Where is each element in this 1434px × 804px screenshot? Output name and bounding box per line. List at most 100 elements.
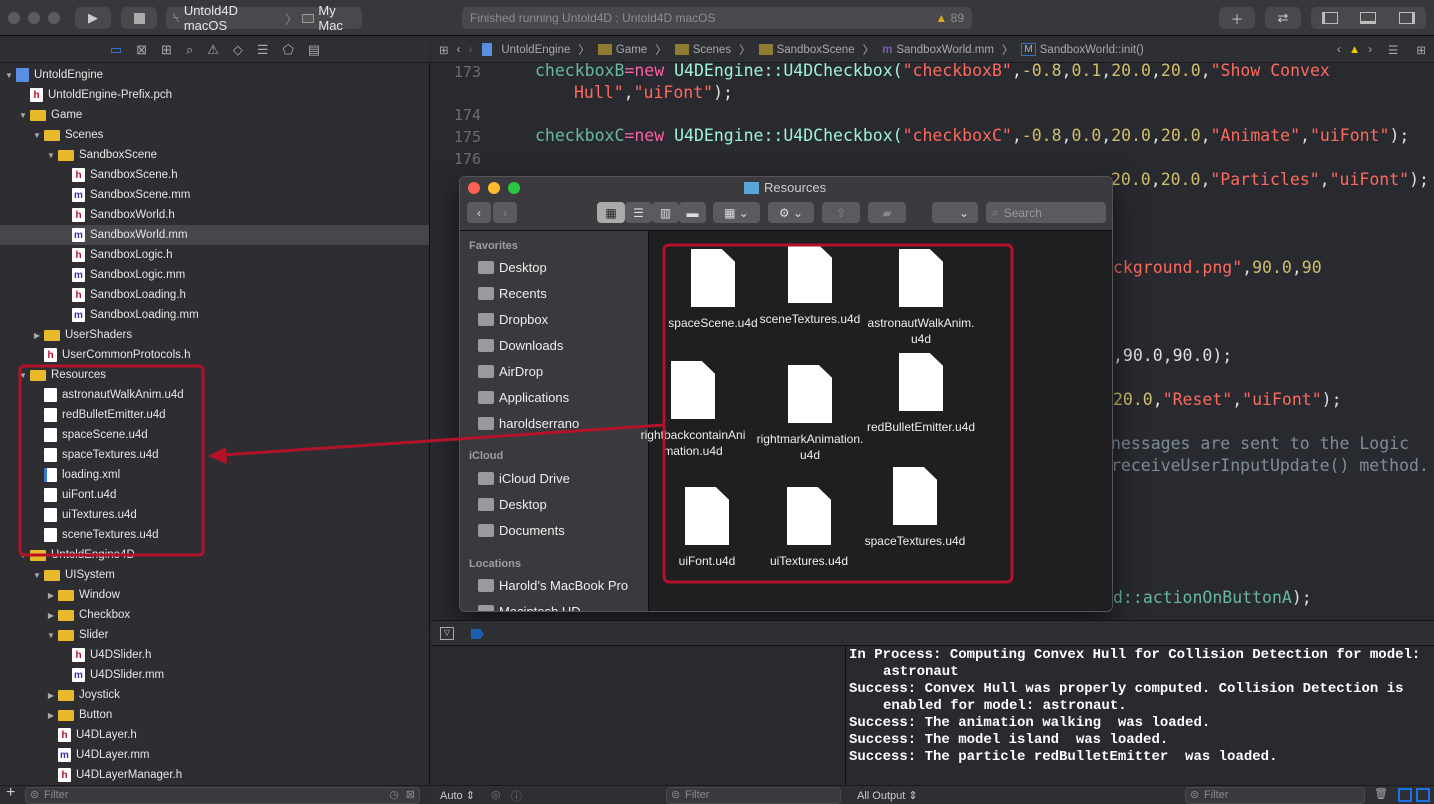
- next-issue-icon[interactable]: ›: [1368, 44, 1372, 56]
- navigator-item[interactable]: m U4DSlider.mm: [0, 665, 429, 685]
- close-window-button[interactable]: [8, 12, 20, 24]
- variables-scope-select[interactable]: Auto ⇕: [440, 789, 475, 802]
- breadcrumb-project[interactable]: UntoldEngine: [480, 43, 570, 56]
- disclosure-closed-icon[interactable]: ▶: [46, 611, 56, 620]
- finder-sidebar-item[interactable]: Recents: [478, 286, 547, 301]
- navigator-item[interactable]: sceneTextures.u4d: [0, 525, 429, 545]
- code-review-button[interactable]: ⇄: [1265, 7, 1301, 29]
- navigator-item[interactable]: loading.xml: [0, 465, 429, 485]
- navigator-item[interactable]: ▶ Window: [0, 585, 429, 605]
- run-button[interactable]: ▶: [75, 7, 111, 29]
- navigator-item[interactable]: ▼ UISystem: [0, 565, 429, 585]
- navigator-item[interactable]: h U4DSlider.h: [0, 645, 429, 665]
- navigator-item[interactable]: ▼ UntoldEngine: [0, 65, 429, 85]
- finder-back-button[interactable]: ‹: [467, 202, 491, 223]
- disclosure-open-icon[interactable]: ▼: [4, 71, 14, 80]
- group-by-button[interactable]: ▦ ⌄: [713, 202, 760, 223]
- library-button[interactable]: ＋: [1219, 7, 1255, 29]
- disclosure-closed-icon[interactable]: ▶: [46, 711, 56, 720]
- add-editor-icon[interactable]: ⊞: [1416, 43, 1426, 57]
- toggle-inspector-icon[interactable]: [1398, 12, 1415, 24]
- navigator-item[interactable]: ▶ UserShaders: [0, 325, 429, 345]
- source-control-icon[interactable]: ⊠: [136, 42, 147, 58]
- finder-sidebar-item[interactable]: Applications: [478, 390, 569, 405]
- navigator-item[interactable]: m SandboxLogic.mm: [0, 265, 429, 285]
- finder-forward-button[interactable]: ›: [493, 202, 517, 223]
- navigator-filter-input[interactable]: ⊜ Filter ◷ ⊠: [25, 787, 420, 804]
- navigator-item[interactable]: uiTextures.u4d: [0, 505, 429, 525]
- disclosure-open-icon[interactable]: ▼: [18, 111, 28, 120]
- finder-file[interactable]: uiFont.u4d: [652, 487, 762, 569]
- navigator-item[interactable]: ▼ Slider: [0, 625, 429, 645]
- show-variables-icon[interactable]: [1398, 788, 1412, 802]
- finder-file[interactable]: spaceTextures.u4d: [860, 467, 970, 549]
- editor-options-icon[interactable]: ☰: [1388, 43, 1398, 57]
- breadcrumb-file[interactable]: m SandboxWorld.mm: [882, 44, 994, 56]
- report-navigator-icon[interactable]: ▤: [308, 42, 320, 58]
- disclosure-open-icon[interactable]: ▼: [32, 571, 42, 580]
- breadcrumb-game[interactable]: Game: [597, 44, 647, 56]
- navigator-item[interactable]: ▶ Button: [0, 705, 429, 725]
- finder-file[interactable]: uiTextures.u4d: [754, 487, 864, 569]
- finder-sidebar-item[interactable]: haroldserrano: [478, 416, 579, 431]
- finder-sidebar-item[interactable]: Macintosh HD: [478, 604, 581, 611]
- gallery-view-button[interactable]: ▬: [679, 202, 706, 223]
- disclosure-open-icon[interactable]: ▼: [32, 131, 42, 140]
- path-dropdown[interactable]: ⌄: [932, 202, 978, 223]
- variables-filter-input[interactable]: ⊜ Filter: [666, 787, 841, 804]
- navigator-item[interactable]: spaceTextures.u4d: [0, 445, 429, 465]
- toggle-navigator-icon[interactable]: [1322, 12, 1339, 24]
- breakpoints-toggle-icon[interactable]: [471, 629, 484, 639]
- zoom-window-button[interactable]: [48, 12, 60, 24]
- trash-icon[interactable]: 🗑: [1374, 787, 1388, 800]
- scheme-selector[interactable]: ⍀ Untold4D macOS 〉 My Mac: [166, 3, 362, 33]
- debug-navigator-icon[interactable]: ☰: [257, 42, 269, 58]
- toggle-debug-area-icon[interactable]: [1360, 12, 1377, 24]
- warning-count[interactable]: 89: [951, 11, 964, 25]
- navigator-item[interactable]: ▼ Game: [0, 105, 429, 125]
- finder-sidebar-item[interactable]: Dropbox: [478, 312, 548, 327]
- console-filter-input[interactable]: ⊜ Filter: [1185, 787, 1365, 804]
- eye-icon[interactable]: ◎: [491, 788, 501, 801]
- navigator-item[interactable]: h SandboxLogic.h: [0, 245, 429, 265]
- share-button[interactable]: ⇪: [822, 202, 860, 223]
- action-menu-button[interactable]: ⚙ ⌄: [768, 202, 814, 223]
- navigator-item[interactable]: redBulletEmitter.u4d: [0, 405, 429, 425]
- disclosure-open-icon[interactable]: ▼: [18, 371, 28, 380]
- navigator-item[interactable]: ▼ Scenes: [0, 125, 429, 145]
- disclosure-open-icon[interactable]: ▼: [18, 551, 28, 560]
- warning-icon[interactable]: ▲: [1349, 44, 1360, 56]
- finder-sidebar-item[interactable]: AirDrop: [478, 364, 543, 379]
- symbol-navigator-icon[interactable]: ⊞: [161, 42, 172, 58]
- source-control-filter-icon[interactable]: ⊠: [406, 788, 415, 803]
- stop-button[interactable]: [121, 7, 157, 29]
- recent-files-icon[interactable]: ◷: [389, 788, 399, 803]
- navigator-item[interactable]: h UntoldEngine-Prefix.pch: [0, 85, 429, 105]
- navigator-item[interactable]: h SandboxLoading.h: [0, 285, 429, 305]
- navigator-item[interactable]: m SandboxWorld.mm: [0, 225, 429, 245]
- icon-view-button[interactable]: ▦: [597, 202, 625, 223]
- list-view-button[interactable]: ☰: [625, 202, 652, 223]
- finder-file[interactable]: spaceScene.u4d: [658, 249, 768, 331]
- breadcrumb-scenes[interactable]: Scenes: [674, 44, 731, 56]
- finder-sidebar-item[interactable]: Documents: [478, 523, 565, 538]
- navigator-item[interactable]: h SandboxWorld.h: [0, 205, 429, 225]
- breakpoint-navigator-icon[interactable]: ⬠: [283, 42, 294, 58]
- finder-file[interactable]: rightbackcontainAnimation.u4d: [638, 361, 748, 459]
- finder-file[interactable]: astronautWalkAnim.u4d: [866, 249, 976, 347]
- finder-file[interactable]: rightmarkAnimation.u4d: [755, 365, 865, 463]
- finder-sidebar-item[interactable]: Desktop: [478, 497, 547, 512]
- disclosure-closed-icon[interactable]: ▶: [46, 591, 56, 600]
- navigator-item[interactable]: h UserCommonProtocols.h: [0, 345, 429, 365]
- finder-minimize-button[interactable]: [488, 182, 500, 194]
- find-navigator-icon[interactable]: ⌕: [186, 42, 193, 58]
- navigator-item[interactable]: astronautWalkAnim.u4d: [0, 385, 429, 405]
- output-select[interactable]: All Output ⇕: [857, 789, 918, 802]
- hide-debug-area-icon[interactable]: ▽: [440, 627, 454, 640]
- minimize-window-button[interactable]: [28, 12, 40, 24]
- finder-sidebar-item[interactable]: Harold’s MacBook Pro: [478, 578, 628, 593]
- add-file-button[interactable]: +: [6, 784, 15, 802]
- navigator-item[interactable]: spaceScene.u4d: [0, 425, 429, 445]
- forward-icon[interactable]: ›: [468, 44, 472, 56]
- disclosure-open-icon[interactable]: ▼: [46, 631, 56, 640]
